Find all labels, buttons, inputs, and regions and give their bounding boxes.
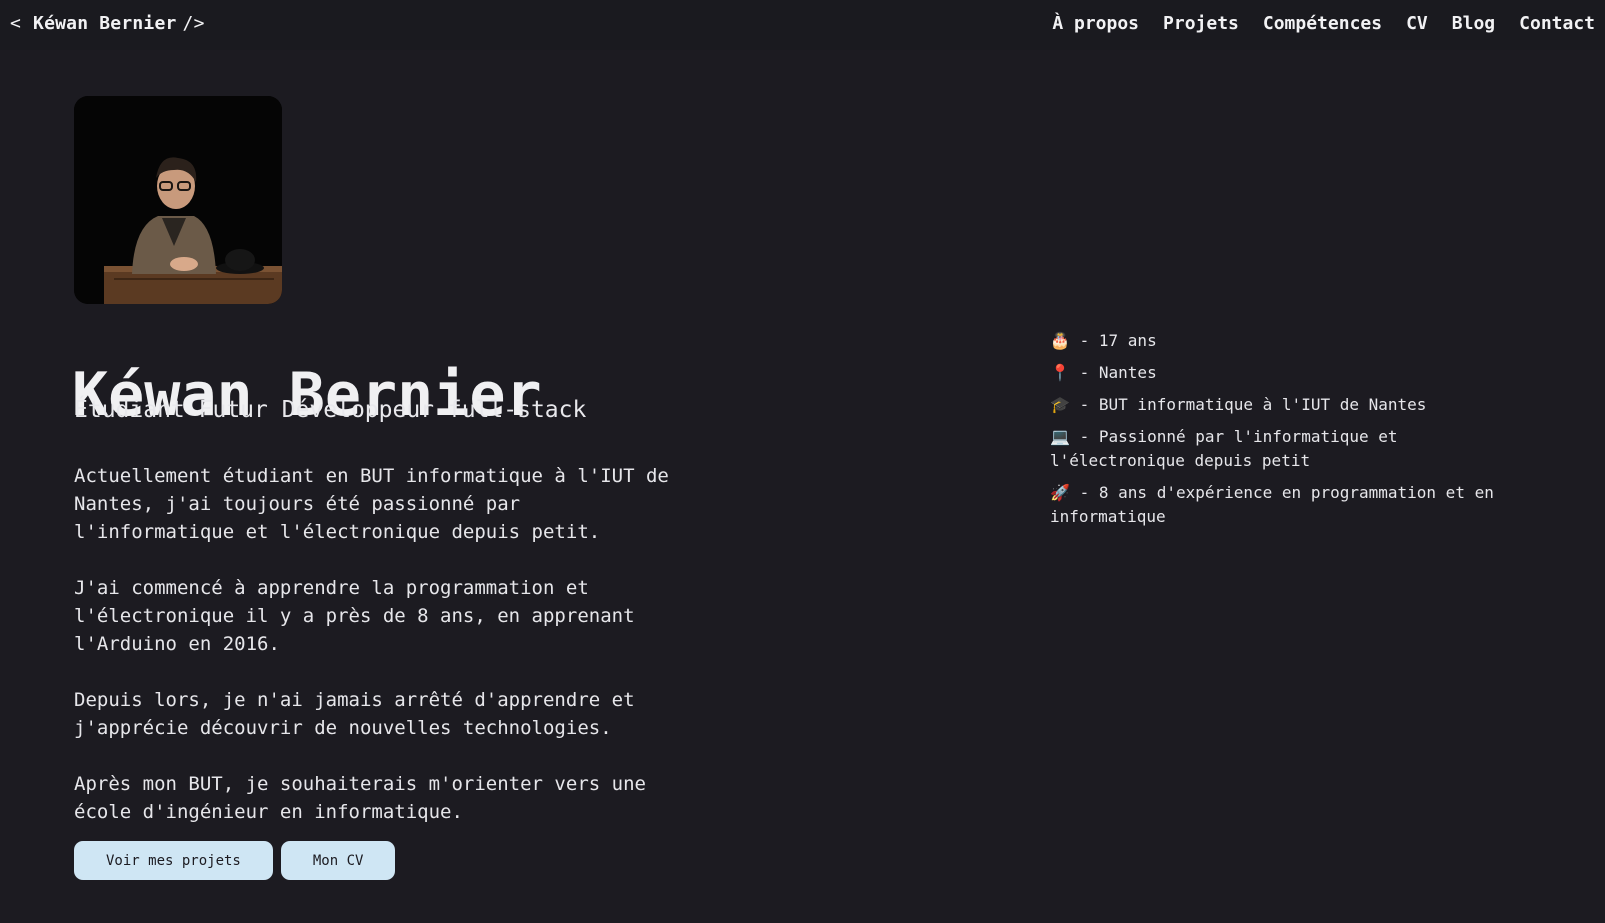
fact-text: - 17 ans — [1070, 331, 1157, 350]
profile-photo-illustration — [74, 96, 282, 304]
quick-facts-list: 🎂 - 17 ans 📍 - Nantes 🎓 - BUT informatiq… — [1050, 329, 1520, 537]
top-navbar: < Kéwan Bernier /> À propos Projets Comp… — [0, 0, 1605, 50]
hero-bio: Actuellement étudiant en BUT informatiqu… — [74, 462, 674, 854]
brand-home-link[interactable]: < Kéwan Bernier /> — [10, 13, 205, 34]
bio-paragraph: J'ai commencé à apprendre la programmati… — [74, 577, 635, 655]
nav-link-projets[interactable]: Projets — [1163, 13, 1239, 34]
fact-experience: 🚀 - 8 ans d'expérience en programmation … — [1050, 481, 1520, 529]
brand-name: Kéwan Bernier — [33, 13, 177, 34]
location-pin-icon: 📍 — [1050, 363, 1070, 382]
fact-text: - BUT informatique à l'IUT de Nantes — [1070, 395, 1427, 414]
fact-education: 🎓 - BUT informatique à l'IUT de Nantes — [1050, 393, 1520, 417]
nav-link-cv[interactable]: CV — [1406, 13, 1428, 34]
bio-paragraph: Depuis lors, je n'ai jamais arrêté d'app… — [74, 689, 635, 739]
rocket-icon: 🚀 — [1050, 483, 1070, 502]
cv-button[interactable]: Mon CV — [280, 841, 396, 880]
code-tag-icon: /> — [182, 13, 205, 34]
laptop-icon: 💻 — [1050, 427, 1070, 446]
fact-text: - Passionné par l'informatique et l'élec… — [1050, 427, 1398, 470]
nav-link-blog[interactable]: Blog — [1452, 13, 1495, 34]
profile-photo — [74, 96, 282, 304]
hero-actions: Voir mes projets Mon CV — [74, 841, 396, 880]
fact-text: - Nantes — [1070, 363, 1157, 382]
bio-paragraph: Après mon BUT, je souhaiterais m'oriente… — [74, 773, 646, 823]
fact-text: - 8 ans d'expérience en programmation et… — [1050, 483, 1494, 526]
fact-age: 🎂 - 17 ans — [1050, 329, 1520, 353]
fact-passion: 💻 - Passionné par l'informatique et l'él… — [1050, 425, 1520, 473]
main-nav: À propos Projets Compétences CV Blog Con… — [1052, 13, 1595, 34]
chevron-left-icon: < — [10, 13, 22, 34]
nav-link-a-propos[interactable]: À propos — [1052, 13, 1139, 34]
nav-link-competences[interactable]: Compétences — [1263, 13, 1382, 34]
graduation-cap-icon: 🎓 — [1050, 395, 1070, 414]
hero-subtitle: Étudiant Futur Développeur full-stack — [74, 397, 587, 423]
bio-paragraph: Actuellement étudiant en BUT informatiqu… — [74, 465, 669, 543]
nav-link-contact[interactable]: Contact — [1519, 13, 1595, 34]
birthday-cake-icon: 🎂 — [1050, 331, 1070, 350]
fact-location: 📍 - Nantes — [1050, 361, 1520, 385]
view-projects-button[interactable]: Voir mes projets — [74, 841, 273, 880]
